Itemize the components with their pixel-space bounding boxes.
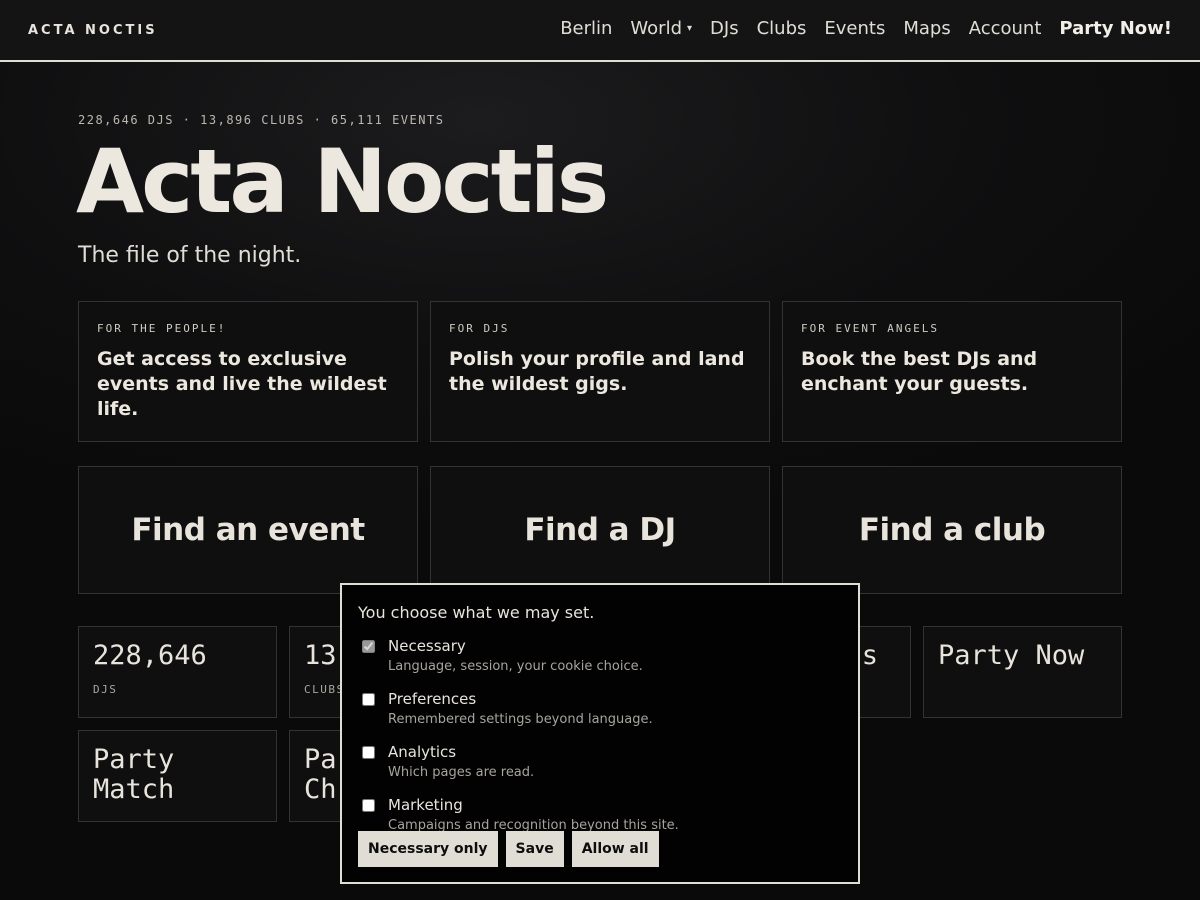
analytics-checkbox[interactable] — [362, 746, 375, 759]
nav-label: World — [630, 18, 683, 39]
consent-option-marketing: Marketing Campaigns and recognition beyo… — [358, 796, 842, 834]
nav-clubs[interactable]: Clubs — [757, 18, 807, 39]
option-name: Preferences — [388, 690, 477, 708]
marketing-checkbox[interactable] — [362, 799, 375, 812]
option-name: Analytics — [388, 743, 457, 761]
option-name: Necessary — [388, 637, 466, 655]
dropdown-caret-icon: ▾ — [687, 23, 693, 34]
audience-tag: FOR THE PEOPLE! — [97, 322, 227, 335]
audience-text: Get access to exclusive events and live … — [97, 348, 387, 420]
brand-logo[interactable]: ACTA NOCTIS — [28, 23, 158, 38]
find-event-button[interactable]: Find an event — [78, 466, 418, 594]
audience-card-people[interactable]: FOR THE PEOPLE! Get access to exclusive … — [78, 301, 418, 442]
consent-option-analytics: Analytics Which pages are read. — [358, 743, 842, 781]
necessary-checkbox[interactable] — [362, 640, 375, 653]
top-navigation-bar: ACTA NOCTIS Berlin World ▾ DJs Clubs Even… — [0, 0, 1200, 62]
nav-djs[interactable]: DJs — [710, 18, 739, 39]
necessary-only-button[interactable]: Necessary only — [358, 831, 498, 867]
nav-account[interactable]: Account — [969, 18, 1042, 39]
tile-value: Party Match — [93, 744, 175, 805]
consent-option-preferences: Preferences Remembered settings beyond l… — [358, 690, 842, 728]
party-now-tile[interactable]: Party Now — [923, 626, 1122, 718]
option-description: Language, session, your cookie choice. — [388, 659, 643, 674]
nav-party-now[interactable]: Party Now! — [1059, 18, 1172, 39]
audience-card-event-angels[interactable]: FOR EVENT ANGELS Book the best DJs and e… — [782, 301, 1122, 442]
consent-buttons: Necessary only Save Allow all — [358, 831, 659, 867]
nav-label: Party Now! — [1059, 18, 1172, 39]
nav-label: Account — [968, 18, 1042, 39]
nav-label: Maps — [903, 18, 951, 39]
find-label: Find a DJ — [524, 512, 676, 548]
audience-tag: FOR EVENT ANGELS — [801, 322, 939, 335]
option-description: Which pages are read. — [388, 765, 535, 780]
consent-title: You choose what we may set. — [358, 603, 595, 622]
nav-maps[interactable]: Maps — [903, 18, 950, 39]
page-title: Acta Noctis — [76, 130, 609, 233]
option-name: Marketing — [388, 796, 463, 814]
preferences-checkbox[interactable] — [362, 693, 375, 706]
stat-value: 228,646 — [93, 640, 207, 671]
audience-text: Book the best DJs and enchant your guest… — [801, 348, 1038, 395]
page-subtitle: The file of the night. — [78, 243, 302, 268]
nav-world[interactable]: World ▾ — [630, 18, 692, 39]
hero-stats: 228,646 DJS · 13,896 CLUBS · 65,111 EVEN… — [78, 113, 445, 127]
stat-label: DJS — [93, 683, 118, 696]
consent-option-necessary: Necessary Language, session, your cookie… — [358, 637, 842, 675]
find-label: Find a club — [858, 512, 1046, 548]
find-club-button[interactable]: Find a club — [782, 466, 1122, 594]
nav-label: DJs — [710, 18, 739, 39]
audience-tag: FOR DJS — [449, 322, 510, 335]
party-match-tile[interactable]: Party Match — [78, 730, 277, 822]
nav-label: Berlin — [560, 18, 613, 39]
stat-tile-djs[interactable]: 228,646 DJS — [78, 626, 277, 718]
audience-card-djs[interactable]: FOR DJS Polish your profile and land the… — [430, 301, 770, 442]
main-nav: Berlin World ▾ DJs Clubs Events Maps Acco… — [560, 18, 1172, 39]
cookie-consent-dialog: You choose what we may set. Necessary La… — [340, 583, 860, 884]
tile-value: Party Now — [938, 640, 1085, 671]
save-button[interactable]: Save — [505, 831, 564, 867]
option-description: Remembered settings beyond language. — [388, 712, 653, 727]
find-label: Find an event — [131, 512, 365, 548]
nav-berlin[interactable]: Berlin — [560, 18, 612, 39]
find-dj-button[interactable]: Find a DJ — [430, 466, 770, 594]
audience-text: Polish your profile and land the wildest… — [449, 348, 745, 395]
nav-label: Events — [824, 18, 886, 39]
allow-all-button[interactable]: Allow all — [571, 831, 659, 867]
nav-label: Clubs — [756, 18, 807, 39]
nav-events[interactable]: Events — [824, 18, 885, 39]
